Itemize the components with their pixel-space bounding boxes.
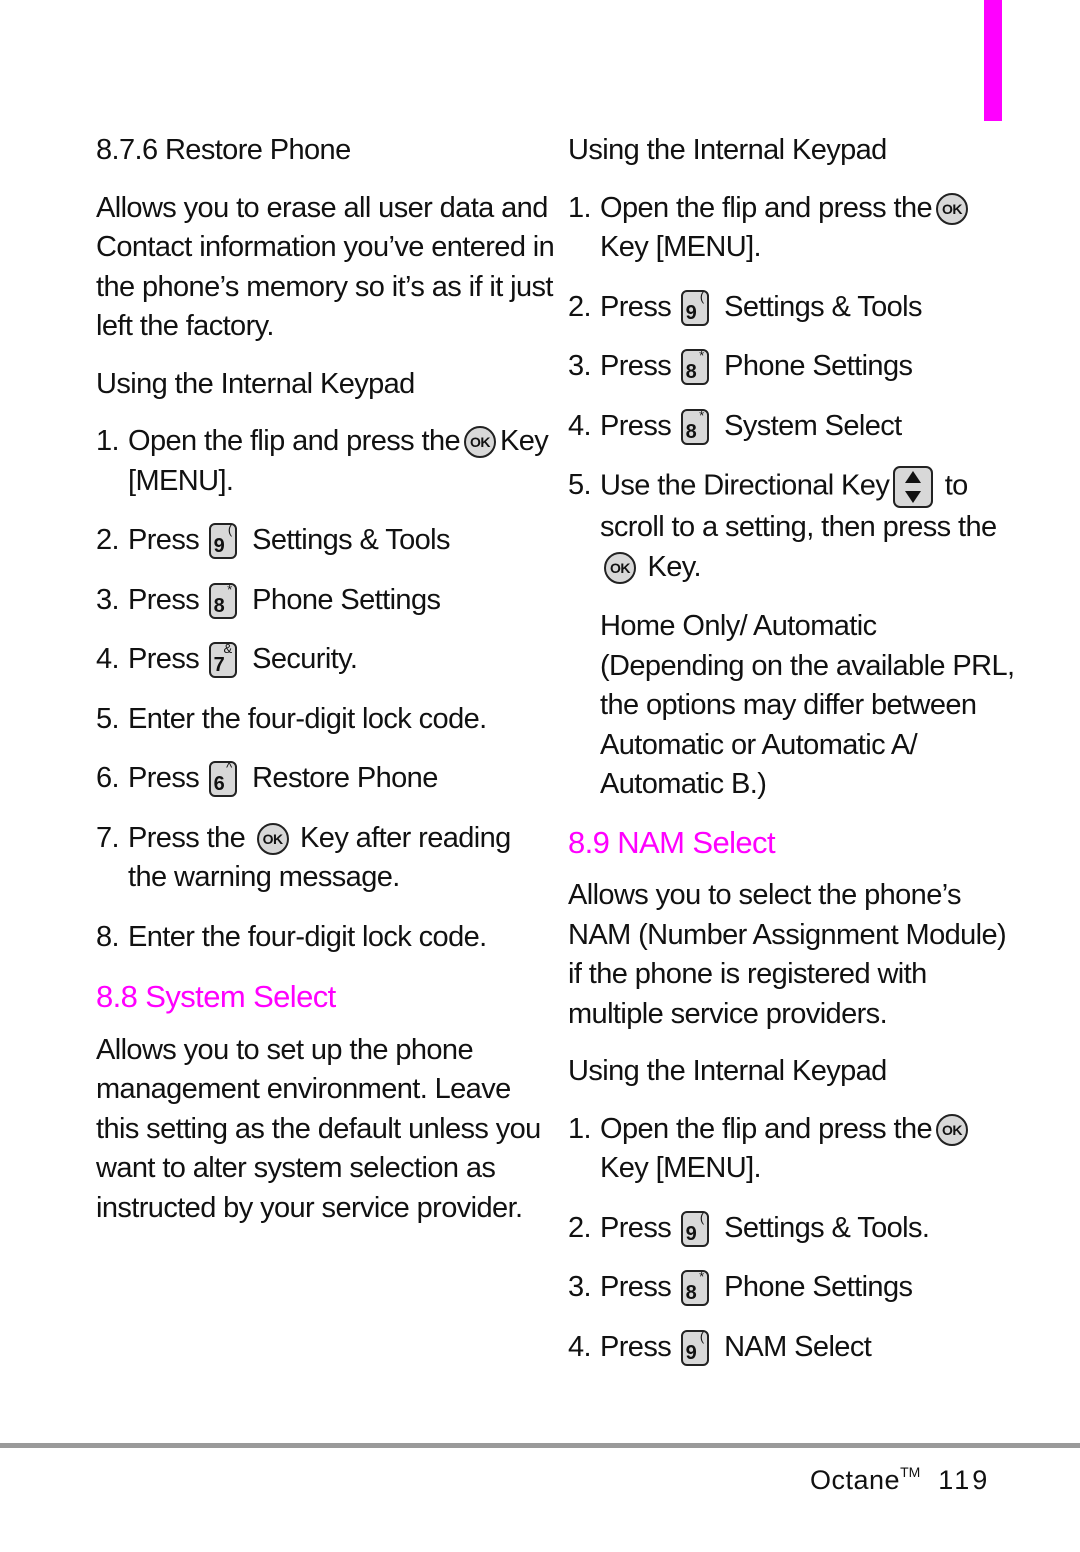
list-item: 2. Press 9( Settings & Tools [568, 288, 923, 326]
list-item: 1. Open the flip and press theOKKey [MEN… [568, 1110, 1018, 1189]
section-8-8-description: Allows you to set up the phone managemen… [96, 1033, 541, 1224]
list-item: 3. Press 8 * Phone Settings [568, 1269, 913, 1307]
list-item: 5. Enter the four-digit lock code. [96, 702, 487, 735]
key-9-icon: 9( [680, 1210, 709, 1247]
key-6-icon: 6 ^ [208, 761, 237, 798]
section-8-7-6-title: 8.7.6 Restore Phone [96, 134, 351, 166]
list-item: 6. Press 6 ^ Restore Phone [96, 760, 438, 798]
list-item: 4. Press 9( NAM Select [568, 1328, 872, 1366]
directional-key-icon [893, 466, 934, 508]
footer-divider [0, 1443, 1080, 1448]
product-name: Octane [810, 1465, 901, 1495]
list-item: 8. Enter the four-digit lock code. [96, 920, 487, 953]
keypad-label: Using the Internal Keypad [568, 1055, 887, 1087]
key-9-icon: 9( [680, 1329, 709, 1366]
key-9-icon: 9( [680, 289, 709, 326]
chapter-tab-marker [984, 0, 1002, 121]
list-item: 3. Press 8 * Phone Settings [96, 581, 441, 619]
key-8-icon: 8 * [208, 582, 237, 619]
key-9-icon: 9( [208, 523, 237, 560]
list-item: 2. Press 9( Settings & Tools [96, 522, 451, 560]
key-8-icon: 8 * [680, 408, 709, 445]
section-8-8-heading: 8.8 System Select [96, 979, 336, 1014]
arrow-down-icon [905, 491, 922, 503]
ok-key-icon: OK [604, 551, 636, 584]
keypad-label: Using the Internal Keypad [96, 367, 415, 400]
list-item: 3. Press 8 * Phone Settings [568, 348, 913, 386]
page-number: 119 [938, 1465, 991, 1495]
arrow-up-icon [905, 471, 922, 483]
key-8-icon: 8 * [680, 1270, 709, 1307]
list-item: 4. Press 7 & Security. [96, 641, 358, 679]
list-item: 2. Press 9( Settings & Tools. [568, 1209, 930, 1247]
ok-key-icon: OK [936, 192, 969, 225]
key-8-icon: 8 * [680, 349, 709, 386]
section-8-9-description: Allows you to select the phone’s NAM (Nu… [568, 879, 1007, 1030]
keypad-label: Using the Internal Keypad [568, 134, 887, 166]
ok-key-icon: OK [936, 1113, 969, 1146]
section-8-9-heading: 8.9 NAM Select [568, 824, 776, 860]
section-8-7-6-description: Allows you to erase all user data and Co… [96, 191, 555, 343]
list-item: 7. Press the OK Key after reading the wa… [96, 821, 511, 894]
page-footer: OctaneTM 119 [810, 1464, 990, 1496]
options-note: Home Only/ Automatic (Depending on the a… [600, 610, 1015, 800]
list-item: 4. Press 8 * System Select [568, 407, 902, 445]
ok-key-icon: OK [256, 822, 289, 855]
list-item: 1. Open the flip and press theOKKey [MEN… [568, 189, 1018, 268]
key-7-icon: 7 & [208, 642, 237, 679]
right-column: Using the Internal Keypad 1. Open the fl… [568, 131, 1018, 1387]
ok-key-icon: OK [464, 426, 497, 459]
trademark: TM [900, 1464, 921, 1480]
list-item: 5. Use the Directional Key to scroll to … [568, 466, 1018, 587]
list-item: 1. Open the flip and press theOKKey [MEN… [96, 425, 549, 497]
left-column: 8.7.6 Restore Phone Allows you to erase … [96, 131, 556, 1246]
